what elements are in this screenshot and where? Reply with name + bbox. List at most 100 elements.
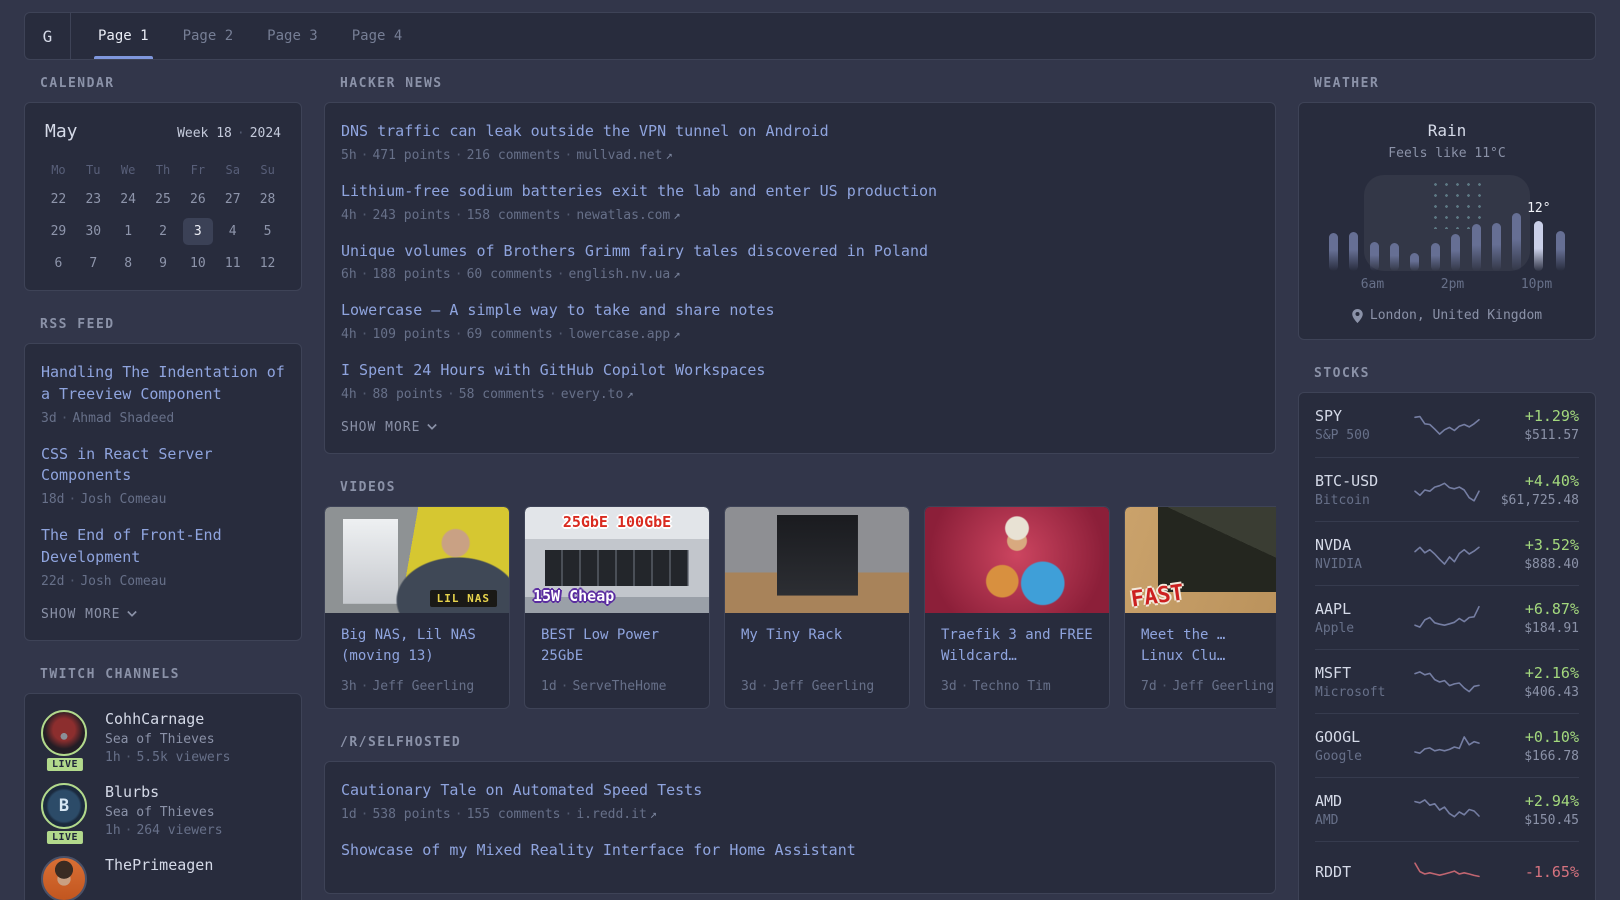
video-thumbnail[interactable]: 25GbE 100GbE 15W Cheap xyxy=(525,506,709,613)
article-meta: 18d · Josh Comeau xyxy=(41,492,285,507)
article-title-link[interactable]: The End of Front-End Development xyxy=(41,525,285,569)
channel-name[interactable]: Blurbs xyxy=(105,783,223,801)
video-title-link[interactable]: My Tiny Rack xyxy=(741,625,893,669)
nav-tab-page-3[interactable]: Page 3 xyxy=(263,13,322,59)
article-comments: 216 comments xyxy=(466,147,561,163)
article-comments: 158 comments xyxy=(466,207,561,223)
stock-row[interactable]: NVDA NVIDIA +3.52% $888.40 xyxy=(1315,521,1579,585)
video-body: BEST Low Power 25GbE and 100GbE Switch… 1… xyxy=(525,613,709,708)
article-comments: 58 comments xyxy=(458,386,545,402)
stock-symbol: SPY xyxy=(1315,407,1343,425)
video-title-link[interactable]: BEST Low Power 25GbE and 100GbE Switch… xyxy=(541,625,693,669)
calendar-widget: CALENDAR May Week 18 · 2024 Mo Tu We Th Fr Sa Su… xyxy=(24,76,302,291)
calendar-day: 26 xyxy=(180,184,215,214)
calendar-day-number: 24 xyxy=(120,191,136,207)
video-meta: 1d · ServeTheHome xyxy=(541,679,693,694)
article-title-link[interactable]: Handling The Indentation of a Treeview C… xyxy=(41,362,285,406)
article-title-link[interactable]: Showcase of my Mixed Reality Interface f… xyxy=(341,840,1259,862)
stock-row[interactable]: MSFT Microsoft +2.16% $406.43 xyxy=(1315,649,1579,713)
weather-condition: Rain xyxy=(1427,121,1467,140)
stock-row[interactable]: SPY S&P 500 +1.29% $511.57 xyxy=(1315,393,1579,457)
stock-row[interactable]: AAPL Apple +6.87% $184.91 xyxy=(1315,585,1579,649)
channel-name[interactable]: CohhCarnage xyxy=(105,710,230,728)
calendar-day-number: 28 xyxy=(259,191,276,207)
channel-info: ThePrimeagen xyxy=(105,856,213,900)
stock-row[interactable]: BTC-USD Bitcoin +4.40% $61,725.48 xyxy=(1315,457,1579,521)
article-points: 88 points xyxy=(372,386,443,402)
nav-tab-page-4[interactable]: Page 4 xyxy=(348,13,407,59)
article-source-link[interactable]: english.nv.ua xyxy=(569,267,671,282)
stock-price: $166.78 xyxy=(1524,748,1579,764)
article-title-link[interactable]: Lowercase – A simple way to take and sha… xyxy=(341,300,1259,322)
twitch-channel-row[interactable]: LIVE CohhCarnage Sea of Thieves 1h · 5.5k vie… xyxy=(41,709,285,773)
article-comments: 155 comments xyxy=(466,806,561,822)
video-thumbnail[interactable]: FAST xyxy=(1125,506,1276,613)
article-title-link[interactable]: Lithium-free sodium batteries exit the l… xyxy=(341,181,1259,203)
dot-separator: · xyxy=(68,492,77,507)
calendar-day: 12 xyxy=(250,248,285,278)
video-title-link[interactable]: Meet the … Linux Clu… xyxy=(1141,625,1276,669)
weather-bar xyxy=(1328,233,1338,271)
nav-tab-page-1[interactable]: Page 1 xyxy=(94,13,153,59)
show-more-button[interactable]: SHOW MORE xyxy=(41,607,285,622)
article-source-link[interactable]: mullvad.net xyxy=(576,148,662,163)
article-title-link[interactable]: CSS in React Server Components xyxy=(41,444,285,488)
app-logo[interactable]: G xyxy=(25,13,71,59)
stock-row[interactable]: GOOGL Google +0.10% $166.78 xyxy=(1315,713,1579,777)
weather-bar xyxy=(1349,232,1359,271)
article-title-link[interactable]: Cautionary Tale on Automated Speed Tests xyxy=(341,780,1259,802)
article-source-link[interactable]: newatlas.com xyxy=(576,208,670,223)
stock-name: NVIDIA xyxy=(1315,556,1362,572)
video-meta: 3d · Techno Tim xyxy=(941,679,1093,694)
twitch-channel-row[interactable]: ThePrimeagen xyxy=(41,855,285,900)
stocks-widget: STOCKS SPY S&P 500 +1.29% $511.57 BTC-USD Bit… xyxy=(1298,366,1596,900)
video-thumbnail[interactable] xyxy=(725,506,909,613)
video-title-link[interactable]: Big NAS, Lil NAS (moving 13) xyxy=(341,625,493,669)
external-link-icon: ↗ xyxy=(665,147,673,162)
weather-hour-label xyxy=(1342,277,1361,292)
calendar-day-number: 12 xyxy=(259,255,276,271)
stock-price: $511.57 xyxy=(1524,428,1579,443)
dot-separator: · xyxy=(446,386,455,402)
list-item: Unique volumes of Brothers Grimm fairy t… xyxy=(341,241,1259,283)
dot-separator: · xyxy=(564,207,573,223)
article-title-link[interactable]: DNS traffic can leak outside the VPN tun… xyxy=(341,121,1259,143)
dot-separator: · xyxy=(564,147,573,163)
stock-price: $184.91 xyxy=(1524,620,1579,636)
video-meta: 3h · Jeff Geerling xyxy=(341,679,493,694)
video-title-link[interactable]: Traefik 3 and FREE Wildcard… xyxy=(941,625,1093,669)
reddit-header: /R/SELFHOSTED xyxy=(340,734,462,750)
weather-bar xyxy=(1491,223,1501,271)
list-item: Lowercase – A simple way to take and sha… xyxy=(341,300,1259,342)
video-meta: 3d · Jeff Geerling xyxy=(741,679,893,694)
video-card: FAST Meet the … Linux Clu… 7d · Jeff Geerlin… xyxy=(1124,505,1276,709)
chevron-down-icon xyxy=(427,424,438,431)
article-title-link[interactable]: Unique volumes of Brothers Grimm fairy t… xyxy=(341,241,1259,263)
article-source-link[interactable]: i.redd.it xyxy=(576,807,646,822)
article-source-link[interactable]: every.to xyxy=(561,387,624,402)
avatar-letter: B xyxy=(58,795,70,816)
weather-bar-column xyxy=(1466,175,1486,271)
stock-sparkline xyxy=(1408,731,1486,761)
twitch-channel-row[interactable]: B LIVE Blurbs Sea of Thieves 1h · 264 viewers xyxy=(41,782,285,846)
video-channel: Jeff Geerling xyxy=(1172,678,1275,694)
stock-row[interactable]: RDDT -1.65% xyxy=(1315,841,1579,900)
calendar-day-number: 30 xyxy=(85,223,102,239)
stock-price: $150.45 xyxy=(1524,812,1579,828)
show-more-button[interactable]: SHOW MORE xyxy=(341,420,1259,435)
channel-name[interactable]: ThePrimeagen xyxy=(105,856,213,874)
stock-identity: RDDT xyxy=(1315,863,1408,884)
stock-sparkline xyxy=(1408,859,1486,889)
video-thumbnail[interactable]: LIL NAS xyxy=(325,506,509,613)
nav-tab-page-2[interactable]: Page 2 xyxy=(179,13,238,59)
article-title-link[interactable]: I Spent 24 Hours with GitHub Copilot Wor… xyxy=(341,360,1259,382)
stock-change-percent: +6.87% xyxy=(1524,599,1579,618)
thumbnail-overlay-text: 25GbE 100GbE xyxy=(562,512,672,531)
videos-row: LIL NAS Big NAS, Lil NAS (moving 13) 3h · Je… xyxy=(324,505,1276,709)
video-thumbnail[interactable] xyxy=(925,506,1109,613)
stock-symbol: BTC-USD xyxy=(1315,471,1379,490)
stock-row[interactable]: AMD AMD +2.94% $150.45 xyxy=(1315,777,1579,841)
article-source-link[interactable]: lowercase.app xyxy=(569,327,671,342)
dot-separator: · xyxy=(560,678,569,694)
stock-symbol: RDDT xyxy=(1315,863,1352,881)
